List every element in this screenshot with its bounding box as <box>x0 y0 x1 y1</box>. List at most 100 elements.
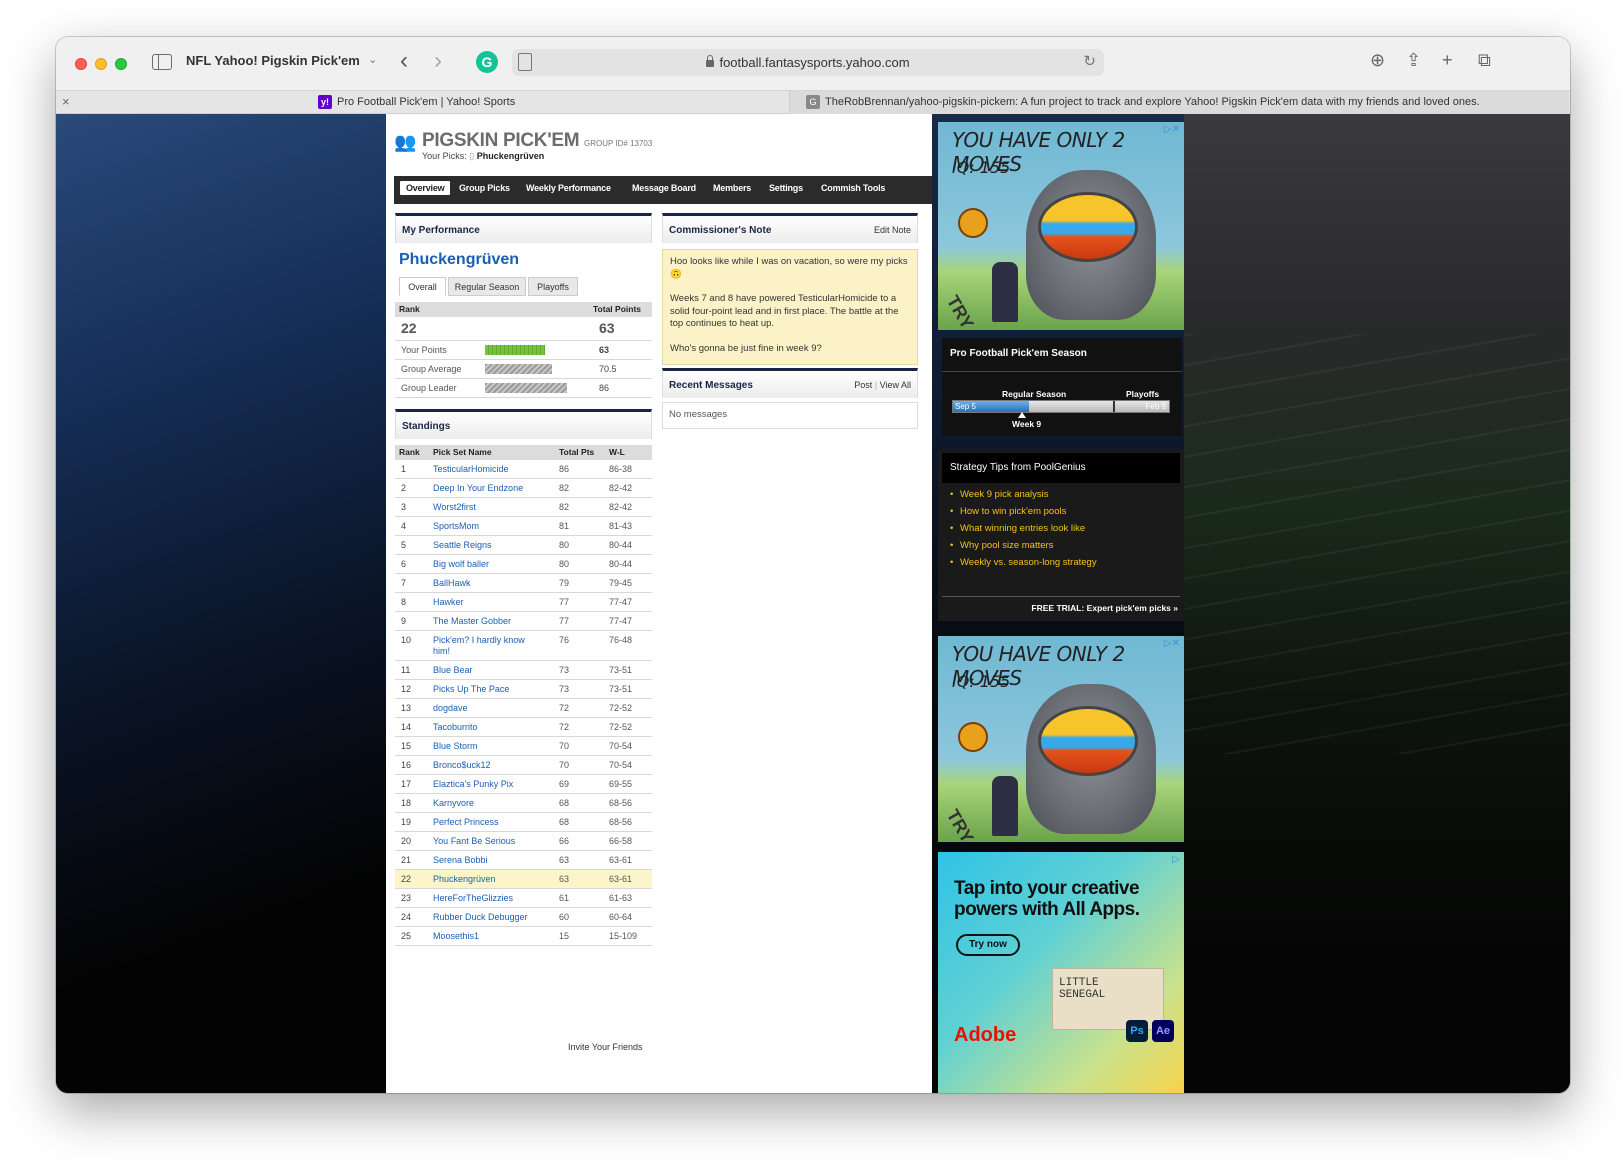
pick-set-name-link[interactable]: Deep In Your Endzone <box>433 483 543 494</box>
pick-set-name-link[interactable]: Phuckengrüven <box>433 874 543 885</box>
photoshop-icon: Ps <box>1126 1020 1148 1042</box>
pick-set-name-link[interactable]: Karnyvore <box>433 798 543 809</box>
minimize-window-button[interactable] <box>95 58 107 70</box>
chevron-down-icon[interactable]: ⌄ <box>368 53 377 66</box>
nav-weekly-performance[interactable]: Weekly Performance <box>526 183 611 193</box>
try-now-button[interactable]: Try now <box>956 934 1020 956</box>
pick-set-name-link[interactable]: Serena Bobbi <box>433 855 543 866</box>
pick-set-name-link[interactable]: Seattle Reigns <box>433 540 543 551</box>
reload-icon[interactable]: ↻ <box>1083 52 1096 70</box>
tab-overall[interactable]: Overall <box>399 277 446 296</box>
nav-message-board[interactable]: Message Board <box>632 183 696 193</box>
close-tab-icon[interactable]: × <box>62 94 70 109</box>
tab-playoffs[interactable]: Playoffs <box>528 277 578 296</box>
pick-set-name-link[interactable]: Tacoburrito <box>433 722 543 733</box>
pick-set-name-link[interactable]: HereForTheGlizzies <box>433 893 543 904</box>
adobe-ad[interactable]: ▷ Tap into your creative powers with All … <box>938 852 1184 1093</box>
game-ad-2[interactable]: YOU HAVE ONLY 2 MOVES IQ: 155 TRY ▷✕ <box>938 636 1184 842</box>
pick-set-name-link[interactable]: Hawker <box>433 597 543 608</box>
free-trial-link[interactable]: FREE TRIAL: Expert pick'em picks » <box>1031 603 1178 613</box>
post-link[interactable]: Post <box>854 380 872 390</box>
your-picks-name[interactable]: Phuckengrüven <box>477 151 545 161</box>
my-total-points: 63 <box>599 320 615 336</box>
nav-members[interactable]: Members <box>713 183 751 193</box>
nav-commish-tools[interactable]: Commish Tools <box>821 183 885 193</box>
pick-set-name-link[interactable]: dogdave <box>433 703 543 714</box>
pick-set-name-link[interactable]: Moosethis1 <box>433 931 543 942</box>
tab-bar: × y! Pro Football Pick'em | Yahoo! Sports… <box>56 90 1570 114</box>
tip-link[interactable]: Why pool size matters <box>950 540 1097 551</box>
season-progress-bar: Sep 5 Feb 9 <box>952 400 1170 413</box>
tab-regular-season[interactable]: Regular Season <box>448 277 526 296</box>
pick-set-name-link[interactable]: Picks Up The Pace <box>433 684 543 695</box>
standing-rank: 19 <box>401 817 412 827</box>
table-row: 21 Serena Bobbi 63 63-61 <box>395 851 652 870</box>
grammarly-extension-icon[interactable]: G <box>476 51 498 73</box>
game-logo-icon <box>958 208 988 238</box>
new-tab-icon[interactable]: + <box>1442 50 1453 71</box>
game-ad[interactable]: YOU HAVE ONLY 2 MOVES IQ: 155 TRY ▷✕ <box>938 122 1184 330</box>
tip-link[interactable]: How to win pick'em pools <box>950 506 1097 517</box>
ad-choices-icon[interactable]: ▷ <box>1172 854 1180 865</box>
invite-friends-link[interactable]: Invite Your Friends <box>568 1042 643 1052</box>
tip-link[interactable]: What winning entries look like <box>950 523 1097 534</box>
pick-set-name-link[interactable]: Elaztica's Punky Pix <box>433 779 543 790</box>
standing-rank: 20 <box>401 836 412 846</box>
puzzle-bowl-image <box>1038 706 1138 776</box>
pick-set-name-link[interactable]: Pick'em? I hardly know him! <box>433 635 543 657</box>
pick-set-name-link[interactable]: Worst2first <box>433 502 543 513</box>
standing-rank: 10 <box>401 635 412 645</box>
tab-github[interactable]: G TheRobBrennan/yahoo-pigskin-pickem: A f… <box>789 91 1569 114</box>
address-bar[interactable]: football.fantasysports.yahoo.com ↻ <box>512 49 1104 76</box>
table-row: 8 Hawker 77 77-47 <box>395 593 652 612</box>
standing-total-points: 79 <box>559 578 570 588</box>
pick-set-name-link[interactable]: Big wolf baller <box>433 559 543 570</box>
close-window-button[interactable] <box>75 58 87 70</box>
pick-set-name-link[interactable]: Blue Bear <box>433 665 543 676</box>
main-nav: Overview Group Picks Weekly Performance … <box>394 176 932 204</box>
download-icon[interactable]: ⊕ <box>1370 50 1385 71</box>
standing-rank: 15 <box>401 741 412 751</box>
ad-choices-icon[interactable]: ▷✕ <box>1164 638 1180 649</box>
pick-set-name-link[interactable]: You Fant Be Serious <box>433 836 543 847</box>
pick-set-name-link[interactable]: TesticularHomicide <box>433 464 543 475</box>
standing-rank: 16 <box>401 760 412 770</box>
share-icon[interactable]: ⇪ <box>1406 50 1421 71</box>
pick-set-name-link[interactable]: The Master Gobber <box>433 616 543 627</box>
group-leader-label: Group Leader <box>401 383 457 393</box>
forward-icon[interactable]: › <box>434 47 442 75</box>
github-icon: G <box>806 95 820 110</box>
pickem-page: 👥 PIGSKIN PICK'EM GROUP ID# 13703 Your P… <box>386 114 932 1093</box>
standing-win-loss: 77-47 <box>609 616 633 626</box>
tab-group-title[interactable]: NFL Yahoo! Pigskin Pick'em <box>186 53 360 68</box>
nav-group-picks[interactable]: Group Picks <box>459 183 510 193</box>
tip-link[interactable]: Weekly vs. season-long strategy <box>950 557 1097 568</box>
standing-total-points: 73 <box>559 665 570 675</box>
standing-total-points: 70 <box>559 741 570 751</box>
commissioner-note-header: Commissioner's Note Edit Note <box>662 213 918 243</box>
nav-overview[interactable]: Overview <box>400 181 451 195</box>
performance-name[interactable]: Phuckengrüven <box>399 251 519 269</box>
ad-choices-icon[interactable]: ▷✕ <box>1164 124 1180 135</box>
pick-set-name-link[interactable]: Perfect Princess <box>433 817 543 828</box>
standing-rank: 13 <box>401 703 412 713</box>
standing-total-points: 69 <box>559 779 570 789</box>
nav-settings[interactable]: Settings <box>769 183 803 193</box>
pick-set-name-link[interactable]: BallHawk <box>433 578 543 589</box>
tab-pickem[interactable]: y! Pro Football Pick'em | Yahoo! Sports <box>318 91 758 114</box>
tip-link[interactable]: Week 9 pick analysis <box>950 489 1097 500</box>
sidebar-toggle-icon[interactable] <box>152 54 172 70</box>
pickem-logo[interactable]: PIGSKIN PICK'EM <box>422 130 580 152</box>
table-row: 18 Karnyvore 68 68-56 <box>395 794 652 813</box>
fullscreen-window-button[interactable] <box>115 58 127 70</box>
tab-overview-icon[interactable]: ⧉ <box>1478 50 1491 71</box>
edit-note-link[interactable]: Edit Note <box>874 225 911 235</box>
view-all-link[interactable]: View All <box>880 380 911 390</box>
pick-set-name-link[interactable]: Rubber Duck Debugger <box>433 912 543 923</box>
pick-set-name-link[interactable]: Bronco$uck12 <box>433 760 543 771</box>
standing-win-loss: 80-44 <box>609 540 633 550</box>
back-icon[interactable]: ‹ <box>400 47 408 75</box>
standing-win-loss: 82-42 <box>609 502 633 512</box>
pick-set-name-link[interactable]: SportsMom <box>433 521 543 532</box>
pick-set-name-link[interactable]: Blue Storm <box>433 741 543 752</box>
